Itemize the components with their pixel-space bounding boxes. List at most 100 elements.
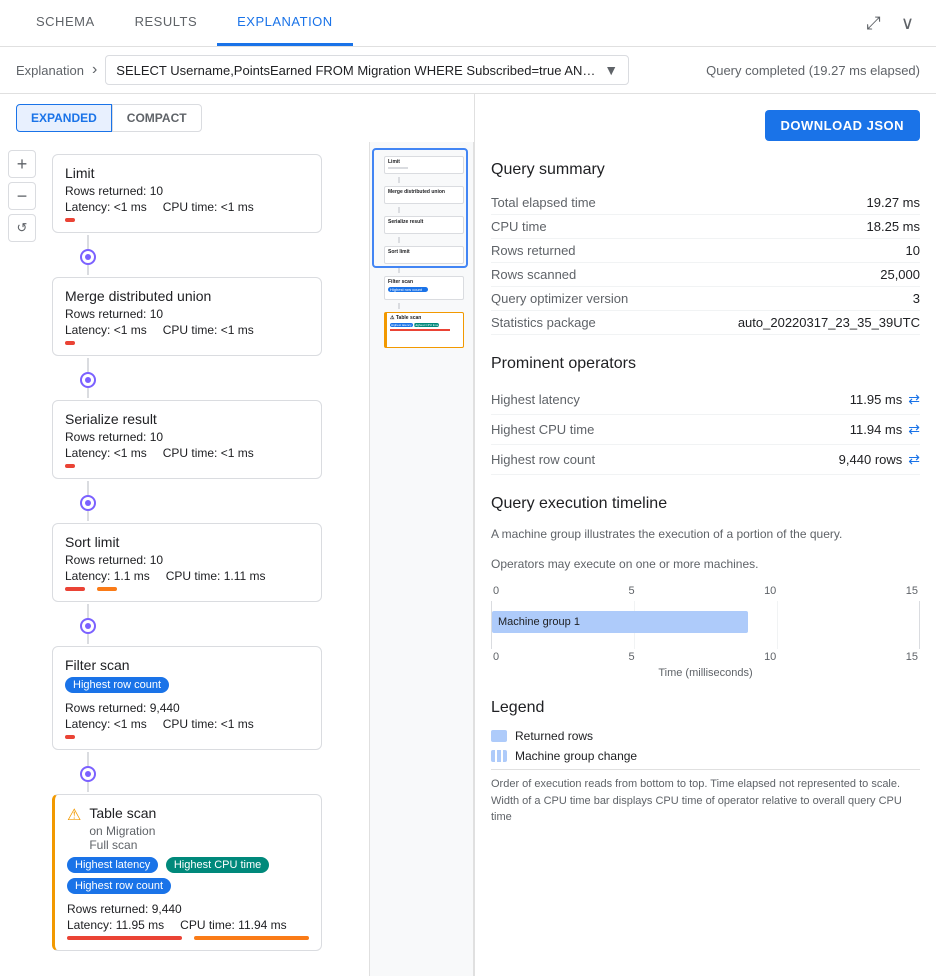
latency-bar	[65, 587, 85, 591]
mini-connector	[398, 267, 400, 273]
node-limit-bars	[65, 218, 309, 222]
connector-dot	[85, 771, 91, 777]
prominent-key: Highest CPU time	[491, 422, 594, 437]
connector-dot	[85, 377, 91, 383]
timeline-title: Query execution timeline	[491, 495, 920, 513]
timeline-bar-area: Machine group 1	[491, 601, 920, 649]
connector-circle	[80, 766, 96, 782]
nodes-area: Limit Rows returned: 10 Latency: <1 ms C…	[44, 142, 369, 976]
zoom-out-button[interactable]: −	[8, 182, 36, 210]
latency-bar	[67, 936, 182, 940]
node-sort-latency: Latency: 1.1 ms	[65, 569, 150, 583]
prominent-row-latency: Highest latency 11.95 ms ⇄	[491, 385, 920, 415]
connector-dot	[85, 500, 91, 506]
connector-line2	[87, 782, 89, 792]
prominent-row-rowcount: Highest row count 9,440 rows ⇄	[491, 445, 920, 475]
compact-toggle[interactable]: COMPACT	[112, 104, 202, 132]
timeline-axis-top: 0 5 10 15	[491, 585, 920, 597]
node-sort[interactable]: Sort limit Rows returned: 10 Latency: 1.…	[52, 523, 322, 602]
summary-row-optimizer: Query optimizer version 3	[491, 287, 920, 311]
elapsed-time: Query completed (19.27 ms elapsed)	[706, 63, 920, 78]
node-sort-bars	[65, 587, 309, 591]
toolbar: DOWNLOAD JSON	[491, 110, 920, 141]
node-tablescan[interactable]: ⚠ Table scan on MigrationFull scan Highe…	[52, 794, 322, 951]
latency-bar	[65, 735, 75, 739]
legend-section: Legend Returned rows Machine group chang…	[491, 699, 920, 826]
tab-results[interactable]: RESULTS	[115, 0, 218, 46]
mini-node: Serialize result	[384, 216, 464, 234]
mini-node: Sort limit	[384, 246, 464, 264]
expanded-toggle[interactable]: EXPANDED	[16, 104, 112, 132]
breadcrumb-bar: Explanation › SELECT Username,PointsEarn…	[0, 47, 936, 94]
summary-key: Statistics package	[491, 315, 596, 330]
summary-key: Query optimizer version	[491, 291, 628, 306]
node-limit[interactable]: Limit Rows returned: 10 Latency: <1 ms C…	[52, 154, 322, 233]
tab-schema[interactable]: SCHEMA	[16, 0, 115, 46]
legend-box-solid	[491, 730, 507, 742]
summary-key: CPU time	[491, 219, 547, 234]
badge-highest-cpu: Highest CPU time	[166, 857, 269, 873]
mini-map: Limit Merge distributed union Serialize …	[369, 142, 474, 976]
node-filter[interactable]: Filter scan Highest row count Rows retur…	[52, 646, 322, 750]
query-selector[interactable]: SELECT Username,PointsEarned FROM Migrat…	[105, 55, 629, 85]
connector-line	[87, 235, 89, 249]
connector-3	[80, 479, 96, 523]
timeline-chart: 0 5 10 15 Machine group 1 0	[491, 585, 920, 679]
connector-line	[87, 481, 89, 495]
chevron-down-icon[interactable]: ∨	[895, 7, 920, 40]
node-filter-cpu: CPU time: <1 ms	[163, 717, 254, 731]
tab-explanation[interactable]: EXPLANATION	[217, 0, 353, 46]
mini-node: Filter scan Highest row count	[384, 276, 464, 300]
mini-connector	[398, 303, 400, 309]
summary-row-rows-scanned: Rows scanned 25,000	[491, 263, 920, 287]
query-summary-section: Query summary Total elapsed time 19.27 m…	[491, 161, 920, 335]
mini-latency-bar	[390, 329, 450, 331]
node-serialize[interactable]: Serialize result Rows returned: 10 Laten…	[52, 400, 322, 479]
connector-line	[87, 358, 89, 372]
badge-highest-row-count2: Highest row count	[67, 878, 171, 894]
summary-val: 18.25 ms	[867, 219, 920, 234]
prominent-operators-title: Prominent operators	[491, 355, 920, 373]
connector-line2	[87, 265, 89, 275]
node-sort-title: Sort limit	[65, 534, 309, 550]
node-filter-rows: Rows returned: 9,440	[65, 701, 309, 715]
query-summary-title: Query summary	[491, 161, 920, 179]
prominent-key: Highest row count	[491, 452, 595, 467]
summary-key: Rows returned	[491, 243, 576, 258]
node-sort-cpu: CPU time: 1.11 ms	[166, 569, 266, 583]
timeline-section: Query execution timeline A machine group…	[491, 495, 920, 679]
tab-list: SCHEMA RESULTS EXPLANATION	[16, 0, 353, 46]
connector-dot	[85, 254, 91, 260]
node-merge-latency: Latency: <1 ms	[65, 323, 147, 337]
download-json-button[interactable]: DOWNLOAD JSON	[765, 110, 921, 141]
node-limit-cpu: CPU time: <1 ms	[163, 200, 254, 214]
node-tablescan-rows: Rows returned: 9,440	[67, 902, 309, 916]
latency-bar	[65, 464, 75, 468]
node-tablescan-cpu: CPU time: 11.94 ms	[180, 918, 286, 932]
prominent-row-cpu: Highest CPU time 11.94 ms ⇄	[491, 415, 920, 445]
connector-5	[80, 750, 96, 794]
link-icon[interactable]: ⇄	[908, 391, 920, 408]
summary-key: Rows scanned	[491, 267, 576, 282]
timeline-desc1: A machine group illustrates the executio…	[491, 525, 920, 543]
summary-val: 10	[906, 243, 920, 258]
expand-icon[interactable]: ⤢	[860, 7, 886, 40]
node-serialize-cpu: CPU time: <1 ms	[163, 446, 254, 460]
node-merge-rows: Rows returned: 10	[65, 307, 309, 321]
grid-line	[777, 601, 778, 649]
zoom-reset-button[interactable]: ↺	[8, 214, 36, 242]
link-icon[interactable]: ⇄	[908, 451, 920, 468]
badge-highest-row-count: Highest row count	[65, 677, 169, 693]
node-merge[interactable]: Merge distributed union Rows returned: 1…	[52, 277, 322, 356]
warning-icon: ⚠	[67, 805, 81, 825]
node-limit-title: Limit	[65, 165, 309, 181]
node-filter-bars	[65, 735, 309, 739]
left-panel: EXPANDED COMPACT + − ↺ Limit Rows return…	[0, 94, 475, 976]
link-icon[interactable]: ⇄	[908, 421, 920, 438]
legend-box-striped	[491, 750, 507, 762]
connector-1	[80, 233, 96, 277]
zoom-in-button[interactable]: +	[8, 150, 36, 178]
node-merge-cpu: CPU time: <1 ms	[163, 323, 254, 337]
connector-line2	[87, 388, 89, 398]
prominent-operators-section: Prominent operators Highest latency 11.9…	[491, 355, 920, 475]
